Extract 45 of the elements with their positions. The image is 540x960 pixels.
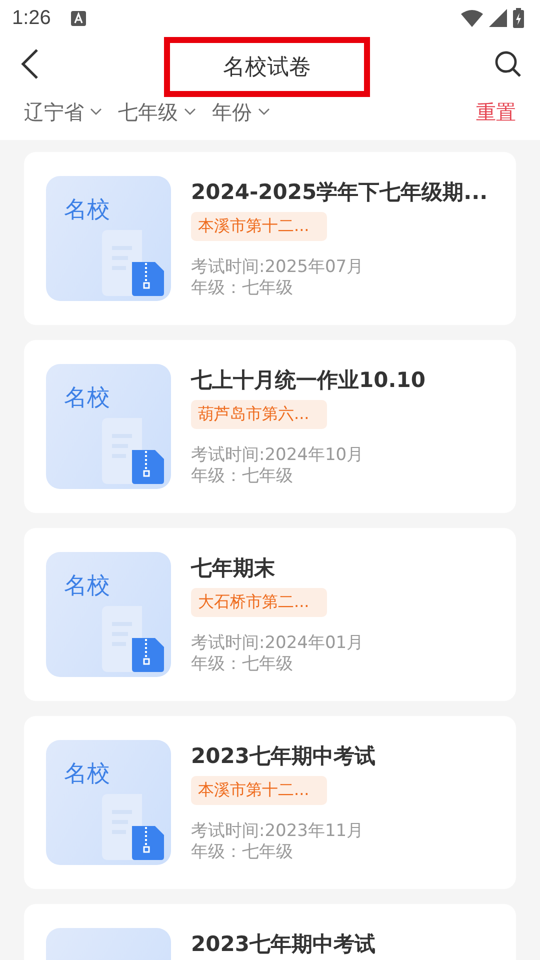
exam-time: 考试时间:2023年11月 bbox=[191, 821, 364, 842]
back-icon[interactable] bbox=[20, 48, 40, 80]
filter-dropdown[interactable]: 七年级 bbox=[118, 98, 196, 126]
chevron-down-icon bbox=[184, 108, 196, 116]
page-title: 名校试卷 bbox=[164, 37, 370, 97]
grade-text: 年级：七年级 bbox=[191, 466, 294, 487]
paper-title: 2023七年期中考试 bbox=[191, 743, 376, 770]
search-icon[interactable] bbox=[494, 50, 522, 78]
paper-card[interactable]: 2023七年期中考试 bbox=[24, 904, 516, 960]
battery-charging-icon bbox=[513, 8, 524, 28]
paper-title: 七年期末 bbox=[191, 555, 275, 582]
paper-card[interactable]: 名校 2023七年期中考试 本溪市第十二... 考试时间:2023年11月 年级：七年级 bbox=[24, 716, 516, 889]
grade-text: 年级：七年级 bbox=[191, 654, 294, 675]
wifi-icon bbox=[461, 10, 483, 26]
clock-time: 1:26 bbox=[12, 6, 51, 30]
zip-file-icon bbox=[102, 230, 164, 296]
paper-title: 2024-2025学年下七年级期... bbox=[191, 179, 488, 206]
paper-card[interactable]: 名校 七年期末 大石桥市第二... 考试时间:2024年01月 年级：七年级 bbox=[24, 528, 516, 701]
school-tag: 大石桥市第二... bbox=[191, 588, 328, 617]
paper-title: 2023七年期中考试 bbox=[191, 931, 376, 958]
paper-card[interactable]: 名校 七上十月统一作业10.10 葫芦岛市第六... 考试时间:2024年10月 年级：七年级 bbox=[24, 340, 516, 513]
zip-file-icon bbox=[102, 606, 164, 672]
signal-icon bbox=[489, 9, 507, 27]
exam-time: 考试时间:2025年07月 bbox=[191, 257, 364, 278]
grade-text: 年级：七年级 bbox=[191, 278, 294, 299]
school-tag: 葫芦岛市第六... bbox=[191, 400, 328, 429]
zip-file-icon bbox=[102, 418, 164, 484]
thumbnail-label: 名校 bbox=[64, 573, 110, 599]
school-tag: 本溪市第十二... bbox=[191, 776, 328, 805]
filter-dropdown[interactable]: 辽宁省 bbox=[24, 98, 102, 126]
chevron-down-icon bbox=[90, 108, 102, 116]
thumbnail-label: 名校 bbox=[64, 197, 110, 223]
paper-card[interactable]: 名校 2024-2025学年下七年级期... 本溪市第十二... 考试时间:2025年07月 年级：七年级 bbox=[24, 152, 516, 325]
exam-time: 考试时间:2024年01月 bbox=[191, 633, 364, 654]
reset-link[interactable]: 重置 bbox=[476, 98, 516, 126]
zip-file-icon bbox=[102, 794, 164, 860]
grade-text: 年级：七年级 bbox=[191, 842, 294, 863]
keyboard-notification-icon bbox=[70, 10, 86, 26]
chevron-down-icon bbox=[258, 108, 270, 116]
paper-title: 七上十月统一作业10.10 bbox=[191, 367, 426, 394]
filter-dropdown[interactable]: 年份 bbox=[212, 98, 270, 126]
exam-time: 考试时间:2024年10月 bbox=[191, 445, 364, 466]
school-tag: 本溪市第十二... bbox=[191, 212, 328, 241]
thumbnail-label: 名校 bbox=[64, 761, 110, 787]
thumbnail-label: 名校 bbox=[64, 385, 110, 411]
